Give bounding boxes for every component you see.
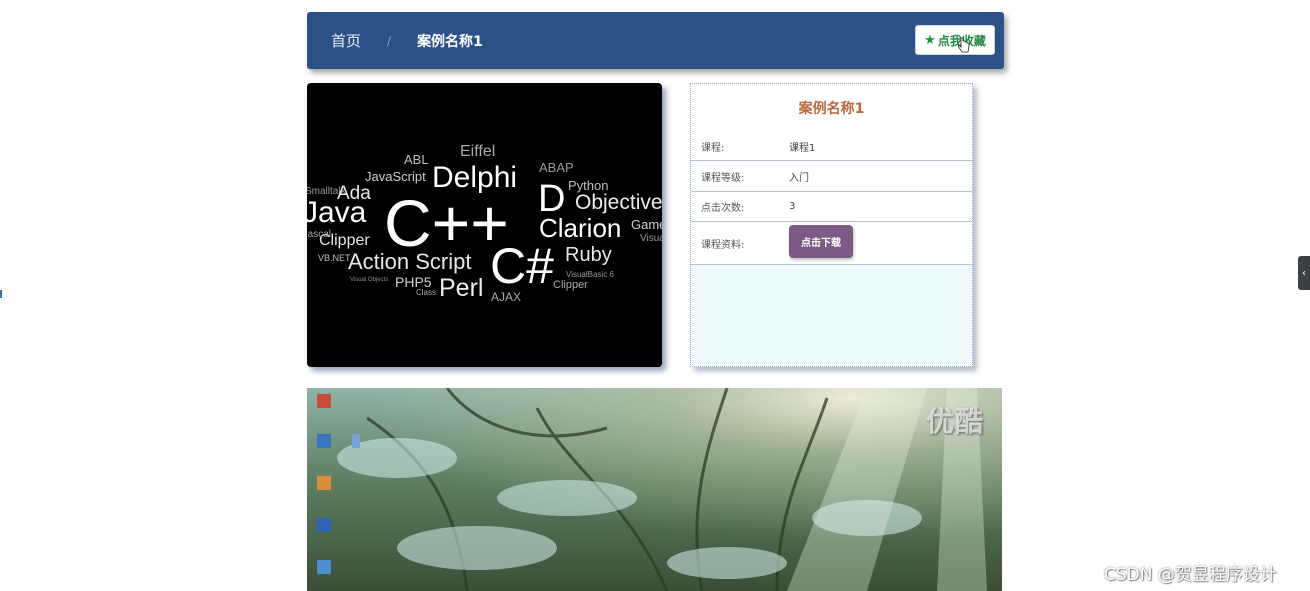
info-value: 入门	[789, 172, 809, 184]
word-clipper-small: Clipper	[553, 279, 588, 291]
info-row-level: 课程等级: 入门	[691, 161, 972, 192]
info-value: 3	[789, 201, 796, 212]
info-row-materials: 课程资料: 点击下载	[691, 222, 972, 265]
hand-cursor-icon	[958, 37, 970, 53]
word-visual: Visual	[640, 233, 662, 244]
breadcrumb-current: 案例名称1	[417, 33, 483, 50]
info-row-course: 课程: 课程1	[691, 132, 972, 161]
course-info-panel: 案例名称1 课程: 课程1 课程等级: 入门 点击次数: 3 课程资料: 点击下…	[690, 83, 973, 367]
word-javascript: JavaScript	[365, 169, 426, 184]
word-ajax: AJAX	[491, 290, 521, 304]
breadcrumb-home-link[interactable]: 首页	[331, 30, 361, 51]
info-label: 课程资料:	[701, 239, 745, 251]
word-ruby: Ruby	[565, 244, 612, 266]
course-title: 案例名称1	[691, 84, 972, 132]
word-visualbasic6: VisualBasic 6	[566, 270, 614, 279]
csdn-watermark: CSDN @贺昱程序设计	[1104, 565, 1277, 585]
word-perl: Perl	[439, 274, 483, 302]
info-label: 点击次数:	[701, 203, 745, 214]
video-player[interactable]: 优酷	[307, 388, 1002, 591]
word-class: Class	[416, 288, 436, 297]
word-pascal: Pascal	[307, 229, 331, 240]
course-cover-image: ABL Eiffel ABAP JavaScript Delphi Python…	[307, 83, 662, 367]
word-objective: Objective	[575, 191, 662, 214]
word-eiffel: Eiffel	[460, 143, 495, 160]
breadcrumb-bar: 首页 / 案例名称1 ★ 点我收藏	[307, 12, 1004, 69]
word-abl: ABL	[404, 152, 429, 167]
info-label: 课程:	[701, 142, 725, 154]
breadcrumb-separator: /	[387, 33, 392, 48]
video-frame	[307, 388, 1002, 591]
video-watermark-logo: 优酷	[925, 405, 984, 438]
favorite-button[interactable]: ★ 点我收藏	[915, 25, 995, 55]
star-icon: ★	[924, 32, 936, 48]
word-csharp: C#	[490, 238, 554, 294]
word-action-script: Action Script	[348, 249, 472, 274]
word-visual-objects: Visual Objects	[350, 277, 388, 283]
word-cloud: ABL Eiffel ABAP JavaScript Delphi Python…	[307, 143, 662, 304]
word-java: Java	[307, 196, 367, 229]
word-abap: ABAP	[539, 160, 574, 175]
page: 首页 / 案例名称1 ★ 点我收藏 ABL Eiffel ABAP JavaSc…	[0, 0, 1310, 591]
download-button[interactable]: 点击下载	[789, 224, 853, 258]
left-edge-marker	[0, 290, 2, 298]
info-value: 课程1	[789, 142, 816, 154]
info-label: 课程等级:	[701, 172, 745, 184]
info-row-clicks: 点击次数: 3	[691, 192, 972, 222]
chevron-left-icon: ‹	[1302, 267, 1306, 279]
word-vbnet: VB.NET	[318, 253, 351, 263]
word-game: Game	[631, 217, 662, 232]
side-collapse-tab[interactable]: ‹	[1298, 256, 1310, 290]
